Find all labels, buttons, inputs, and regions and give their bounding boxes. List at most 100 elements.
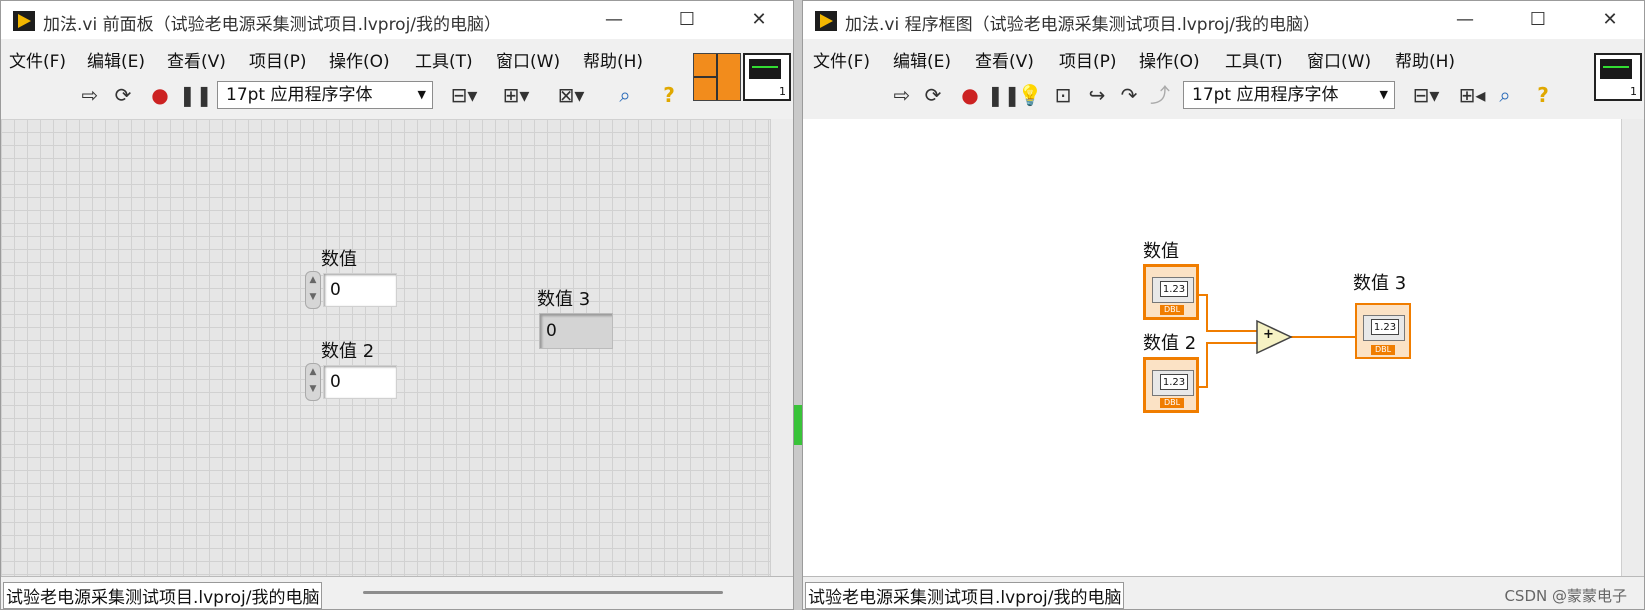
title-bar[interactable]: 加法.vi 程序框图（试验老电源采集测试项目.lvproj/我的电脑） — ☐ … [803, 1, 1644, 39]
run-arrow-icon[interactable]: ⇨ [889, 82, 915, 108]
terminal-label[interactable]: 数值 3 [1353, 269, 1406, 295]
minimize-button[interactable]: — [1444, 7, 1486, 33]
connector-pane-icon[interactable] [693, 53, 741, 101]
close-button[interactable]: ✕ [1589, 7, 1631, 33]
toolbar: ⇨ ⟳ ● ❚❚ 💡 ⊡ ↪ ↷ ⤴ 17pt 应用程序字体 ▼ ⊟▾ ⊞◂ ⌕… [803, 78, 1644, 114]
menu-operate[interactable]: 操作(O) [1139, 47, 1200, 72]
vi-icon-screen [1600, 59, 1632, 79]
add-symbol: + [1263, 327, 1274, 342]
front-panel-window: 加法.vi 前面板（试验老电源采集测试项目.lvproj/我的电脑） — ☐ ✕… [0, 0, 794, 610]
maximize-button[interactable]: ☐ [1517, 7, 1559, 33]
abort-icon[interactable]: ● [147, 82, 173, 108]
step-into-icon[interactable]: ↪ [1083, 82, 1111, 108]
distribute-objects-icon[interactable]: ⊞◂ [1457, 82, 1487, 108]
labview-logo-icon [13, 11, 35, 31]
help-icon[interactable]: ? [1531, 82, 1555, 108]
run-arrow-icon[interactable]: ⇨ [77, 82, 103, 108]
control-terminal[interactable]: 1.23 DBL [1143, 264, 1199, 320]
numeric-control[interactable]: 0 [323, 273, 397, 307]
menu-operate[interactable]: 操作(O) [329, 47, 390, 72]
maximize-button[interactable]: ☐ [666, 7, 708, 33]
block-diagram-window: 加法.vi 程序框图（试验老电源采集测试项目.lvproj/我的电脑） — ☐ … [802, 0, 1645, 610]
project-context[interactable]: 试验老电源采集测试项目.lvproj/我的电脑 [805, 582, 1125, 609]
increment-decrement-icon[interactable]: ▲ ▼ [305, 271, 321, 309]
align-objects-icon[interactable]: ⊟▾ [445, 82, 483, 108]
pause-icon[interactable]: ❚❚ [179, 82, 213, 108]
title-bar[interactable]: 加法.vi 前面板（试验老电源采集测试项目.lvproj/我的电脑） — ☐ ✕ [1, 1, 793, 39]
vertical-scrollbar[interactable] [1621, 119, 1644, 577]
numeric-control[interactable]: 0 [323, 365, 397, 399]
abort-icon[interactable]: ● [957, 82, 983, 108]
menu-edit[interactable]: 编辑(E) [87, 47, 145, 72]
status-bar: 试验老电源采集测试项目.lvproj/我的电脑 [1, 576, 793, 609]
terminal-label[interactable]: 数值 2 [1143, 329, 1196, 355]
close-button[interactable]: ✕ [738, 7, 780, 33]
control-label[interactable]: 数值 [321, 245, 357, 271]
font-select-value: 17pt 应用程序字体 [226, 85, 373, 105]
watermark: CSDN @蒙蒙电子 [1504, 587, 1627, 605]
horizontal-scrollbar[interactable] [363, 591, 723, 594]
menu-bar: 文件(F) 编辑(E) 查看(V) 项目(P) 操作(O) 工具(T) 窗口(W… [803, 44, 1644, 72]
vertical-scrollbar[interactable] [770, 119, 793, 577]
vi-icon-number: 1 [1630, 85, 1637, 98]
terminal-type: DBL [1160, 398, 1184, 408]
menu-window[interactable]: 窗口(W) [496, 47, 560, 72]
menu-help[interactable]: 帮助(H) [583, 47, 643, 72]
indicator-label[interactable]: 数值 3 [537, 285, 590, 311]
menu-help[interactable]: 帮助(H) [1395, 47, 1455, 72]
terminal-value-icon: 1.23 [1160, 374, 1188, 390]
labview-logo-icon [815, 11, 837, 31]
distribute-objects-icon[interactable]: ⊞▾ [497, 82, 535, 108]
numeric-indicator[interactable]: 0 [539, 313, 613, 349]
wires-layer [1199, 294, 1355, 388]
run-continuously-icon[interactable]: ⟳ [919, 82, 947, 108]
front-panel-canvas[interactable]: 数值 ▲ ▼ 0 数值 2 ▲ ▼ 0 数值 3 0 [1, 119, 773, 577]
increment-decrement-icon[interactable]: ▲ ▼ [305, 363, 321, 401]
menu-project[interactable]: 项目(P) [1059, 47, 1117, 72]
resize-objects-icon[interactable]: ⊠▾ [551, 82, 591, 108]
vi-icon[interactable]: 1 [743, 53, 791, 101]
toolbar: ⇨ ⟳ ● ❚❚ 17pt 应用程序字体 ▼ ⊟▾ ⊞▾ ⊠▾ ⌕ ? [1, 78, 793, 114]
font-select-value: 17pt 应用程序字体 [1192, 85, 1339, 105]
step-over-icon[interactable]: ↷ [1115, 82, 1143, 108]
indicator-terminal[interactable]: 1.23 DBL [1355, 303, 1411, 359]
search-icon[interactable]: ⌕ [1491, 82, 1519, 108]
search-icon[interactable]: ⌕ [609, 82, 641, 108]
terminal-label[interactable]: 数值 [1143, 237, 1179, 263]
menu-bar: 文件(F) 编辑(E) 查看(V) 项目(P) 操作(O) 工具(T) 窗口(W… [1, 44, 793, 72]
menu-window[interactable]: 窗口(W) [1307, 47, 1371, 72]
menu-view[interactable]: 查看(V) [167, 47, 226, 72]
green-edge-marker [794, 405, 802, 445]
menu-project[interactable]: 项目(P) [249, 47, 307, 72]
menu-tools[interactable]: 工具(T) [415, 47, 473, 72]
vi-icon-screen [749, 59, 781, 79]
vi-icon-number: 1 [779, 85, 786, 98]
chevron-down-icon: ▼ [1379, 88, 1388, 101]
wire[interactable] [1199, 294, 1257, 332]
terminal-value-icon: 1.23 [1371, 319, 1399, 335]
window-title: 加法.vi 程序框图（试验老电源采集测试项目.lvproj/我的电脑） [845, 15, 1321, 35]
minimize-button[interactable]: — [593, 7, 635, 33]
terminal-type: DBL [1160, 305, 1184, 315]
control-terminal[interactable]: 1.23 DBL [1143, 357, 1199, 413]
help-icon[interactable]: ? [657, 82, 681, 108]
terminal-type: DBL [1371, 345, 1395, 355]
wire[interactable] [1199, 342, 1257, 388]
menu-tools[interactable]: 工具(T) [1225, 47, 1283, 72]
align-objects-icon[interactable]: ⊟▾ [1407, 82, 1445, 108]
vi-icon[interactable]: 1 [1594, 53, 1642, 101]
step-out-icon[interactable]: ⤴ [1147, 82, 1173, 108]
menu-edit[interactable]: 编辑(E) [893, 47, 951, 72]
menu-view[interactable]: 查看(V) [975, 47, 1034, 72]
project-context[interactable]: 试验老电源采集测试项目.lvproj/我的电脑 [3, 582, 323, 609]
font-select[interactable]: 17pt 应用程序字体 ▼ [217, 81, 433, 109]
menu-file[interactable]: 文件(F) [813, 47, 870, 72]
run-continuously-icon[interactable]: ⟳ [109, 82, 137, 108]
menu-file[interactable]: 文件(F) [9, 47, 66, 72]
highlight-execution-icon[interactable]: 💡 [1017, 82, 1043, 108]
font-select[interactable]: 17pt 应用程序字体 ▼ [1183, 81, 1395, 109]
block-diagram-canvas[interactable]: + 数值 1.23 DBL 数值 2 1.23 DBL 数值 3 1.23 DB… [803, 119, 1622, 577]
pause-icon[interactable]: ❚❚ [987, 82, 1021, 108]
control-label[interactable]: 数值 2 [321, 337, 374, 363]
retain-wire-values-icon[interactable]: ⊡ [1049, 82, 1077, 108]
